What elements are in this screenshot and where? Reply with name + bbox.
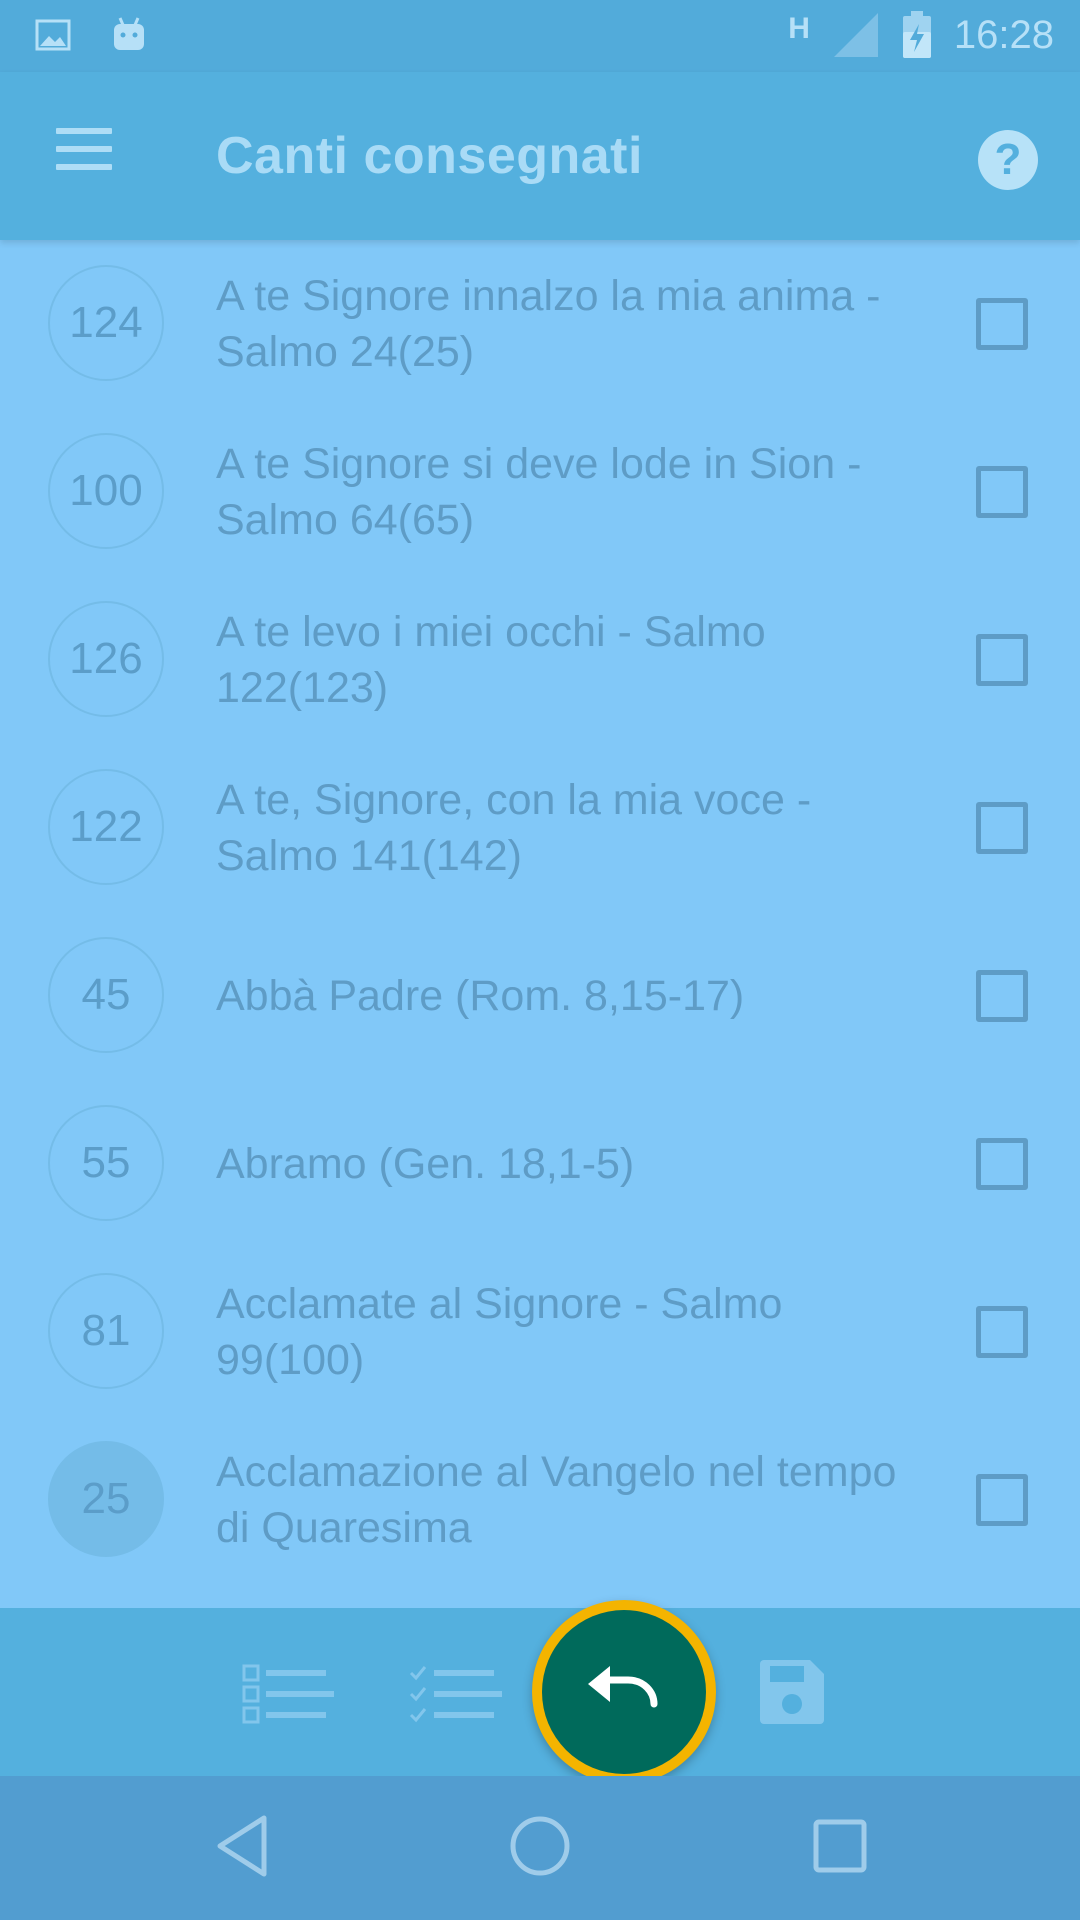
clock: 16:28 [953, 12, 1054, 57]
song-number: 124 [48, 265, 164, 381]
song-title: A te levo i miei occhi - Salmo 122(123) [216, 608, 766, 712]
select-none-icon[interactable] [240, 1664, 336, 1724]
song-title: A te Signore si deve lode in Sion - Salm… [216, 440, 862, 544]
list-item[interactable]: 126 A te levo i miei occhi - Salmo 122(1… [0, 576, 1080, 744]
android-icon [114, 17, 144, 50]
undo-icon [588, 1666, 658, 1708]
song-number: 55 [48, 1105, 164, 1221]
select-all-icon[interactable] [408, 1664, 504, 1724]
song-checkbox[interactable] [976, 1138, 1028, 1190]
song-checkbox[interactable] [976, 466, 1028, 518]
system-nav-bar [0, 1776, 1080, 1920]
song-number: 25 [48, 1441, 164, 1557]
song-number: 126 [48, 601, 164, 717]
list-item[interactable]: 81 Acclamate al Signore - Salmo 99(100) [0, 1248, 1080, 1416]
song-checkbox[interactable] [976, 1306, 1028, 1358]
song-checkbox[interactable] [976, 970, 1028, 1022]
song-title: A te Signore innalzo la mia anima - Salm… [216, 272, 881, 376]
song-title: Abramo (Gen. 18,1-5) [216, 1140, 635, 1188]
song-number: 45 [48, 937, 164, 1053]
song-title: Abbà Padre (Rom. 8,15-17) [216, 972, 745, 1020]
network-type: H [788, 12, 810, 45]
song-checkbox[interactable] [976, 634, 1028, 686]
song-title: Acclamazione al Vangelo nel tempo di Qua… [216, 1448, 897, 1552]
song-checkbox[interactable] [976, 1474, 1028, 1526]
save-icon[interactable] [758, 1658, 826, 1726]
recents-icon[interactable] [810, 1814, 870, 1878]
list-item[interactable]: 124 A te Signore innalzo la mia anima - … [0, 240, 1080, 408]
song-list[interactable]: 124 A te Signore innalzo la mia anima - … [0, 240, 1080, 1608]
song-title: A te, Signore, con la mia voce - Salmo 1… [216, 776, 812, 880]
song-number: 100 [48, 433, 164, 549]
help-icon[interactable]: ? [978, 130, 1038, 190]
song-number: 81 [48, 1273, 164, 1389]
list-item[interactable]: 122 A te, Signore, con la mia voce - Sal… [0, 744, 1080, 912]
undo-button[interactable] [532, 1600, 716, 1784]
song-checkbox[interactable] [976, 802, 1028, 854]
status-bar: H 16:28 [0, 0, 1080, 72]
back-icon[interactable] [212, 1814, 272, 1878]
menu-icon[interactable] [48, 128, 120, 184]
signal-icon [833, 13, 878, 57]
song-title: Acclamate al Signore - Salmo 99(100) [216, 1280, 783, 1384]
image-icon [35, 19, 71, 51]
list-item[interactable]: 55 Abramo (Gen. 18,1-5) [0, 1080, 1080, 1248]
list-item[interactable]: 100 A te Signore si deve lode in Sion - … [0, 408, 1080, 576]
page-title: Canti consegnati [216, 127, 643, 185]
home-icon[interactable] [508, 1814, 572, 1878]
battery-charging-icon [902, 11, 931, 58]
list-item[interactable]: 25 Acclamazione al Vangelo nel tempo di … [0, 1416, 1080, 1584]
app-bar: Canti consegnati ? [0, 72, 1080, 240]
song-checkbox[interactable] [976, 298, 1028, 350]
list-item[interactable]: 45 Abbà Padre (Rom. 8,15-17) [0, 912, 1080, 1080]
song-number: 122 [48, 769, 164, 885]
